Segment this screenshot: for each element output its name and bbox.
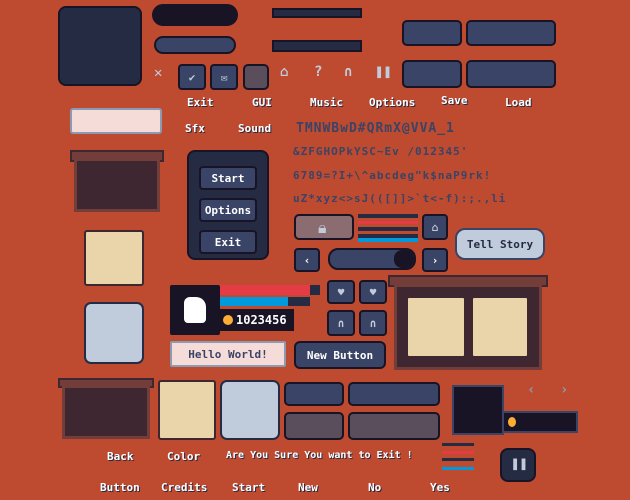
bottom-button-1[interactable] <box>284 382 344 406</box>
label-music: Music <box>310 96 344 109</box>
text-input[interactable] <box>70 108 162 134</box>
label-button: Button <box>100 481 140 494</box>
font-sample-2: &ZFGHOPkYSC~Ev /012345' <box>293 145 469 158</box>
headphones-icon[interactable]: ∩ <box>344 64 352 80</box>
button-wide-2[interactable] <box>466 60 556 88</box>
new-button[interactable]: New Button <box>294 341 386 369</box>
wood-frame <box>74 158 160 212</box>
avatar <box>184 297 206 323</box>
dark-box <box>452 385 504 435</box>
chevron-left-button[interactable]: ‹ <box>294 248 320 272</box>
menu-options-button[interactable]: Options <box>199 198 257 222</box>
bar-navy <box>154 36 236 54</box>
bottom-button-2[interactable] <box>348 382 440 406</box>
mail-button[interactable]: ✉ <box>210 64 238 90</box>
hud-portrait <box>170 285 220 335</box>
button-small-1[interactable] <box>402 20 462 46</box>
chevron-right-icon: › <box>431 253 439 267</box>
font-sample-4: uZ*xyz<>sJ(([]]>`t<-f):;.,li <box>293 192 507 205</box>
bottom-ice-panel <box>220 380 280 440</box>
label-new: New <box>298 481 318 494</box>
coin-icon <box>508 417 516 427</box>
mana-bar <box>220 297 310 306</box>
label-sound: Sound <box>238 122 272 135</box>
headphones-button-1[interactable]: ∩ <box>327 310 355 336</box>
coin-bar <box>502 411 578 433</box>
coin-icon <box>223 315 233 325</box>
label-confirm: Are You Sure You want to Exit ! <box>226 450 413 461</box>
bar-dark <box>152 4 238 26</box>
pause-button[interactable]: ❚❚ <box>500 448 536 482</box>
home-icon[interactable]: ⌂ <box>280 64 288 80</box>
bottom-beige-panel <box>158 380 216 440</box>
pause-icon[interactable]: ❚❚ <box>375 64 392 80</box>
chevron-right-button[interactable]: › <box>422 248 448 272</box>
heart-button-2[interactable]: ♥ <box>359 280 387 304</box>
panel-large <box>58 6 142 86</box>
health-fill <box>220 285 310 295</box>
pause-icon: ❚❚ <box>511 456 528 472</box>
label-save: Save <box>441 94 468 107</box>
label-start: Start <box>232 481 266 494</box>
font-sample-3: 6789=?I+\^abcdeg"k$naP9rk! <box>293 169 492 182</box>
health-bar <box>220 285 320 295</box>
headphones-button-2[interactable]: ∩ <box>359 310 387 336</box>
bottom-wood-frame <box>62 385 150 439</box>
beige-panel <box>84 230 144 286</box>
heart-icon: ♥ <box>369 285 377 299</box>
headphones-icon: ∩ <box>369 316 377 330</box>
stat-lines <box>442 443 474 471</box>
chevron-right-icon[interactable]: › <box>560 382 568 398</box>
heart-icon: ♥ <box>337 285 345 299</box>
slider-track[interactable] <box>328 248 416 270</box>
bottom-button-4[interactable] <box>348 412 440 440</box>
stat-bars <box>358 214 418 242</box>
button-wide-1[interactable] <box>466 20 556 46</box>
check-button[interactable]: ✔ <box>178 64 206 90</box>
label-sfx: Sfx <box>185 122 205 135</box>
label-color: Color <box>167 450 201 463</box>
hello-world-label: Hello World! <box>170 341 286 367</box>
label-back: Back <box>107 450 134 463</box>
beige-slot-1 <box>406 296 466 358</box>
lock-button[interactable]: 🔒︎ <box>294 214 354 240</box>
lock-icon: 🔒︎ <box>318 218 327 237</box>
check-icon: ✔ <box>188 70 196 84</box>
label-gui: GUI <box>252 96 272 109</box>
beige-slot-2 <box>471 296 529 358</box>
slider-fill <box>394 250 414 268</box>
headphones-icon: ∩ <box>337 316 345 330</box>
mana-fill <box>220 297 288 306</box>
question-icon[interactable]: ? <box>314 64 322 80</box>
chevron-left-icon[interactable]: ‹ <box>527 382 535 398</box>
label-options: Options <box>369 96 416 109</box>
menu-start-button[interactable]: Start <box>199 166 257 190</box>
chevron-left-icon: ‹ <box>303 253 311 267</box>
bottom-button-3[interactable] <box>284 412 344 440</box>
font-sample-1: TMNWBwD#QRmX@VVA_1 <box>296 121 455 136</box>
tell-story-button[interactable]: Tell Story <box>455 228 545 260</box>
slider-bar-2 <box>272 40 362 52</box>
ice-panel <box>84 302 144 364</box>
label-exit: Exit <box>187 96 214 109</box>
heart-button-1[interactable]: ♥ <box>327 280 355 304</box>
slider-bar-1 <box>272 8 362 18</box>
coin-count: 1023456 <box>236 313 287 327</box>
label-credits: Credits <box>161 481 208 494</box>
label-yes: Yes <box>430 481 450 494</box>
home-icon: ⌂ <box>431 220 439 234</box>
label-load: Load <box>505 96 532 109</box>
mail-icon: ✉ <box>220 70 228 84</box>
button-small-2[interactable] <box>402 60 462 88</box>
home-button[interactable]: ⌂ <box>422 214 448 240</box>
coin-box: 1023456 <box>220 309 294 331</box>
menu-exit-button[interactable]: Exit <box>199 230 257 254</box>
label-no: No <box>368 481 382 494</box>
close-icon[interactable]: ✕ <box>154 65 162 81</box>
empty-button[interactable] <box>243 64 269 90</box>
